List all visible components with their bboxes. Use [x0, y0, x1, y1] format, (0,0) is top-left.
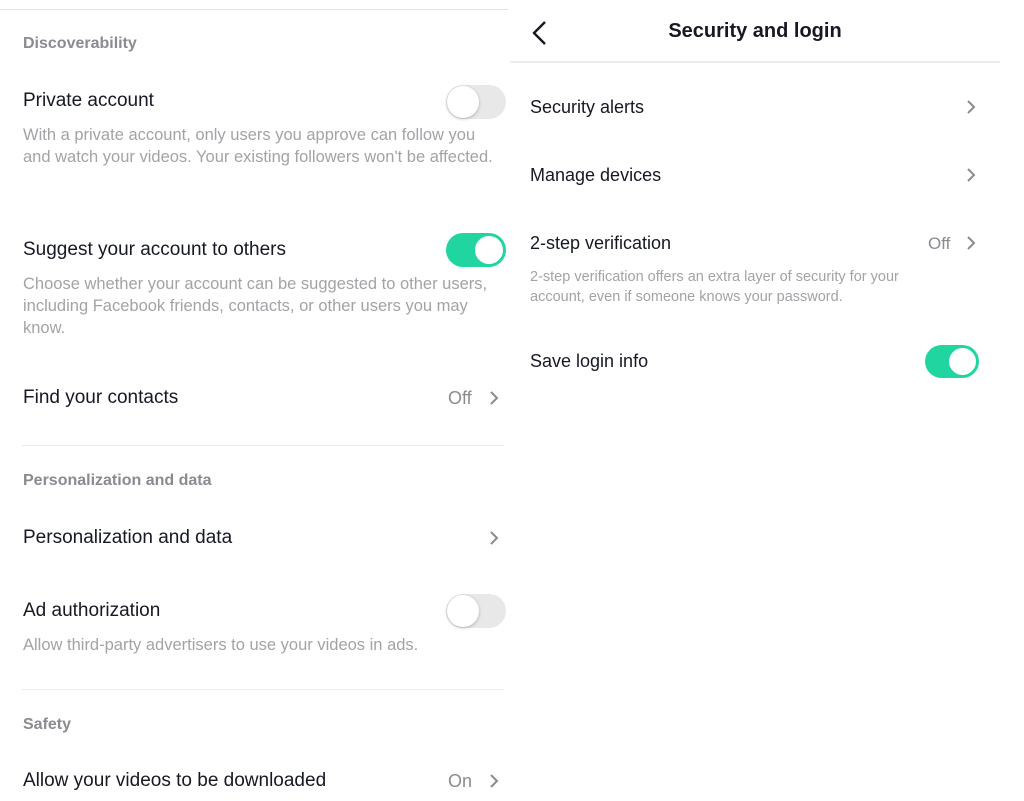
chevron-right-icon	[966, 167, 976, 183]
chevron-right-icon	[966, 99, 976, 115]
suggest-account-toggle[interactable]	[446, 233, 506, 267]
section-header-safety: Safety	[23, 716, 72, 733]
section-divider	[22, 689, 504, 690]
private-account-label: Private account	[23, 90, 154, 111]
page-title: Security and login	[668, 20, 842, 42]
section-header-discoverability: Discoverability	[23, 35, 137, 52]
allow-downloads-label: Allow your videos to be downloaded	[23, 770, 327, 791]
toggle-knob	[473, 234, 505, 266]
app-screen: Discoverability Private account With a p…	[0, 0, 1024, 801]
chevron-right-icon	[489, 390, 499, 406]
two-step-verification-value: Off	[928, 234, 951, 253]
personalization-data-label: Personalization and data	[23, 527, 233, 548]
top-divider	[0, 9, 508, 10]
two-step-verification-description: 2-step verification offers an extra laye…	[530, 269, 899, 305]
header-divider	[510, 61, 1000, 63]
section-header-personalization: Personalization and data	[23, 472, 212, 489]
ad-authorization-toggle[interactable]	[446, 594, 506, 628]
chevron-right-icon	[489, 773, 499, 789]
chevron-right-icon	[489, 530, 499, 546]
suggest-account-label: Suggest your account to others	[23, 239, 286, 260]
find-contacts-value: Off	[448, 388, 472, 408]
ad-authorization-label: Ad authorization	[23, 600, 161, 621]
toggle-knob	[947, 346, 978, 377]
two-step-verification-label: 2-step verification	[530, 233, 672, 253]
private-account-toggle[interactable]	[446, 85, 506, 119]
suggest-account-description: Choose whether your account can be sugge…	[23, 275, 488, 337]
chevron-right-icon	[966, 235, 976, 251]
security-alerts-label: Security alerts	[530, 97, 645, 117]
manage-devices-label: Manage devices	[530, 165, 662, 185]
toggle-knob	[447, 595, 479, 627]
save-login-info-label: Save login info	[530, 351, 649, 371]
privacy-settings-panel: Discoverability Private account With a p…	[0, 0, 510, 801]
security-login-panel: Security and login Security alerts Manag…	[510, 0, 1024, 801]
find-contacts-label: Find your contacts	[23, 387, 179, 408]
private-account-description: With a private account, only users you a…	[23, 126, 493, 166]
toggle-knob	[447, 86, 479, 118]
ad-authorization-description: Allow third-party advertisers to use you…	[23, 636, 419, 654]
allow-downloads-value: On	[448, 771, 473, 791]
save-login-info-toggle[interactable]	[925, 345, 979, 378]
section-divider	[22, 445, 504, 446]
